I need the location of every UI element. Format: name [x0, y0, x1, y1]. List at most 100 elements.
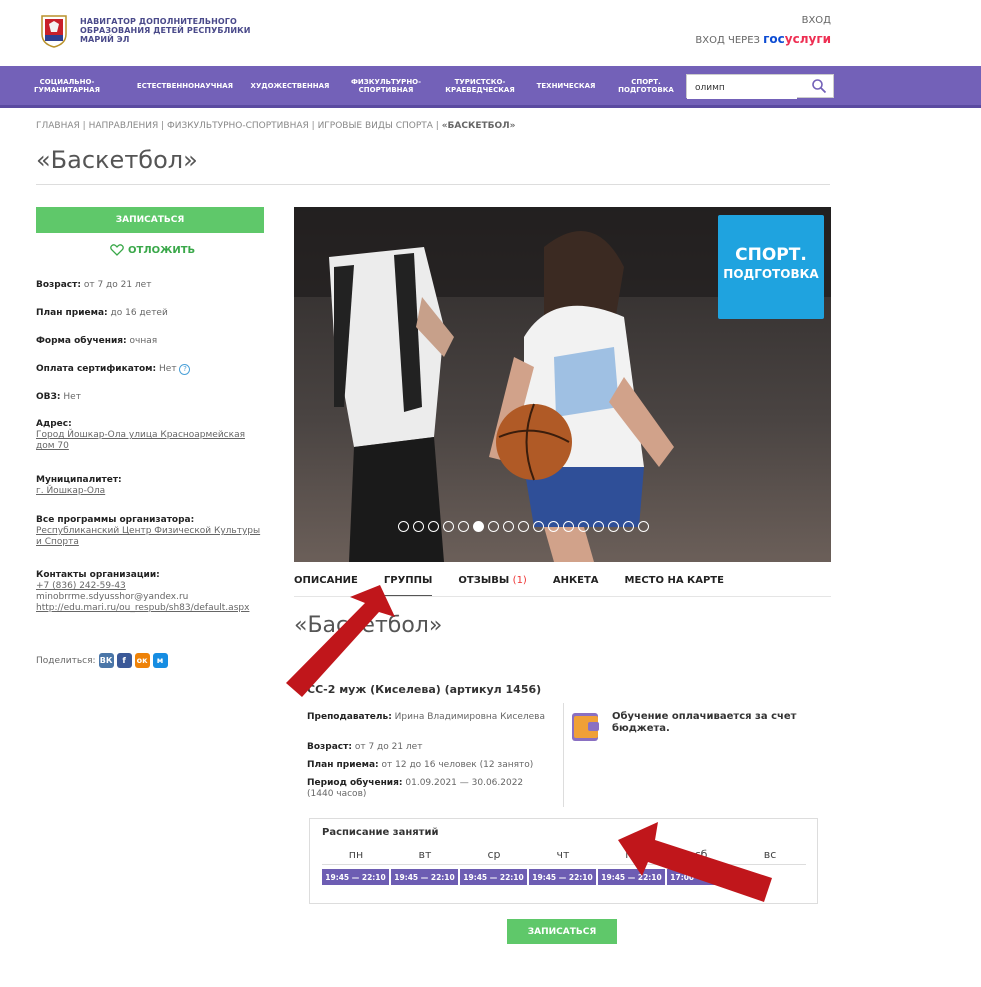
website-link[interactable]: http://edu.mari.ru/ou_respub/sh83/defaul… — [36, 603, 249, 613]
search-icon[interactable] — [811, 78, 827, 94]
enroll-group-button[interactable]: ЗАПИСАТЬСЯ — [507, 919, 617, 944]
slider-dot[interactable] — [458, 521, 469, 532]
postpone-button[interactable]: ОТЛОЖИТЬ — [110, 244, 195, 256]
sport-training-badge: СПОРТ. ПОДГОТОВКА — [718, 215, 824, 319]
phone-link[interactable]: +7 (836) 242-59-43 — [36, 581, 126, 591]
wallet-icon — [572, 713, 599, 741]
page-title: «Баскетбол» — [36, 146, 198, 174]
municipality-link[interactable]: г. Йошкар-Ола — [36, 486, 105, 496]
slider-dot[interactable] — [473, 521, 484, 532]
tab-questionnaire[interactable]: АНКЕТА — [553, 575, 599, 597]
plan-label: План приема: — [36, 308, 108, 318]
breadcrumb-sep: | — [82, 121, 86, 131]
nav-label: ТУРИСТСКО- — [454, 78, 506, 86]
login-link[interactable]: ВХОД — [802, 15, 831, 26]
plan-value: до 16 детей — [110, 308, 168, 318]
slider-dot[interactable] — [518, 521, 529, 532]
slider-dot[interactable] — [533, 521, 544, 532]
tab-reviews[interactable]: ОТЗЫВЫ (1) — [458, 575, 526, 597]
help-icon[interactable]: ? — [179, 364, 191, 375]
age-value: от 7 до 21 лет — [83, 280, 152, 290]
login-gosuslugi-link[interactable]: ВХОД ЧЕРЕЗ госуслуги — [695, 32, 831, 46]
coat-of-arms-logo[interactable] — [40, 14, 68, 48]
breadcrumb-current: «БАСКЕТБОЛ» — [441, 121, 516, 131]
day-mon: пн — [348, 848, 364, 861]
slider-dot[interactable] — [398, 521, 409, 532]
plan-info: План приема: до 16 детей — [36, 308, 266, 319]
teacher-label: Преподаватель: — [307, 712, 392, 722]
divider — [36, 184, 830, 185]
enroll-button[interactable]: ЗАПИСАТЬСЯ — [36, 207, 264, 233]
period-info: Период обучения: 01.09.2021 — 30.06.2022… — [307, 778, 537, 800]
address-link[interactable]: Город Йошкар-Ола улица Красноармейская д… — [36, 430, 245, 451]
payment-value: Нет — [159, 364, 177, 374]
facebook-share-button[interactable]: f — [116, 653, 132, 668]
slider-dot[interactable] — [608, 521, 619, 532]
breadcrumb-directions[interactable]: НАПРАВЛЕНИЯ — [89, 121, 159, 131]
form-info: Форма обучения: очная — [36, 336, 266, 347]
nav-item-social[interactable]: СОЦИАЛЬНО- ГУМАНИТАРНАЯ — [34, 66, 100, 106]
breadcrumb-sep: | — [161, 121, 165, 131]
slider-dot[interactable] — [488, 521, 499, 532]
slot-fri: 19:45 — 22:10 — [598, 869, 665, 885]
slider-dot[interactable] — [443, 521, 454, 532]
tab-description[interactable]: ОПИСАНИЕ — [294, 575, 358, 597]
site-logo-text[interactable]: НАВИГАТОР ДОПОЛНИТЕЛЬНОГО ОБРАЗОВАНИЯ ДЕ… — [80, 17, 251, 44]
breadcrumb-home[interactable]: ГЛАВНАЯ — [36, 121, 80, 131]
email-link[interactable]: minobrrme.sdyusshor@yandex.ru — [36, 592, 188, 602]
nav-item-tourism[interactable]: ТУРИСТСКО- КРАЕВЕДЧЕСКАЯ — [440, 66, 520, 106]
budget-note: Обучение оплачивается за счет бюджета. — [612, 711, 797, 734]
group-age-info: Возраст: от 7 до 21 лет — [307, 742, 552, 753]
slider-dot[interactable] — [413, 521, 424, 532]
postpone-label: ОТЛОЖИТЬ — [128, 244, 196, 256]
slider-dot[interactable] — [548, 521, 559, 532]
tab-groups[interactable]: ГРУППЫ — [383, 575, 433, 597]
organizer-link[interactable]: Республиканский Центр Физической Культур… — [36, 526, 260, 547]
slider-dot[interactable] — [623, 521, 634, 532]
search-input[interactable] — [687, 77, 797, 99]
ovz-label: ОВЗ: — [36, 392, 61, 402]
day-thu: чт — [556, 848, 570, 861]
nav-item-science[interactable]: ЕСТЕСТВЕННОНАУЧНАЯ — [130, 66, 240, 106]
slider-dot[interactable] — [593, 521, 604, 532]
nav-label: СПОРТИВНАЯ — [358, 86, 414, 94]
slider-dot[interactable] — [503, 521, 514, 532]
slot-thu: 19:45 — 22:10 — [529, 869, 596, 885]
group-plan-value: от 12 до 16 человек (12 занято) — [381, 760, 534, 770]
nav-label: ХУДОЖЕСТВЕННАЯ — [250, 82, 330, 90]
slot-sat: 17:00 — 19:25 — [667, 869, 734, 885]
slider-dot[interactable] — [428, 521, 439, 532]
group-age-value: от 7 до 21 лет — [354, 742, 423, 752]
nav-item-technical[interactable]: ТЕХНИЧЕСКАЯ — [526, 66, 606, 106]
gosuslugi-uslugi: услуги — [784, 32, 831, 46]
payment-info: Оплата сертификатом: Нет ? — [36, 364, 266, 375]
main-nav: СОЦИАЛЬНО- ГУМАНИТАРНАЯ ЕСТЕСТВЕННОНАУЧНА… — [0, 66, 981, 108]
nav-item-sport[interactable]: ФИЗКУЛЬТУРНО- СПОРТИВНАЯ — [344, 66, 428, 106]
odnoklassniki-share-button[interactable]: ок — [134, 653, 150, 668]
breadcrumb-sep: | — [311, 121, 315, 131]
badge-line-1: СПОРТ. — [735, 245, 807, 265]
logo-line-1: НАВИГАТОР ДОПОЛНИТЕЛЬНОГО — [80, 17, 237, 26]
schedule-table: Расписание занятий пн вт ср чт пт сб вс … — [309, 818, 818, 904]
breadcrumb-games[interactable]: ИГРОВЫЕ ВИДЫ СПОРТА — [318, 121, 433, 131]
vk-share-button[interactable]: ВК — [98, 653, 114, 668]
contacts-info: Контакты организации: +7 (836) 242-59-43 m… — [36, 570, 266, 614]
slider-dot[interactable] — [578, 521, 589, 532]
slider-dot[interactable] — [638, 521, 649, 532]
nav-label: ЕСТЕСТВЕННОНАУЧНАЯ — [136, 82, 234, 90]
day-fri: пт — [625, 848, 639, 861]
slider-dots — [398, 521, 649, 532]
reviews-count: (1) — [512, 575, 527, 586]
logo-line-3: МАРИЙ ЭЛ — [80, 35, 130, 44]
nav-item-art[interactable]: ХУДОЖЕСТВЕННАЯ — [244, 66, 336, 106]
day-wed: ср — [487, 848, 501, 861]
slider-dot[interactable] — [563, 521, 574, 532]
teacher-info: Преподаватель: Ирина Владимировна Киселе… — [307, 712, 552, 723]
tab-reviews-label: ОТЗЫВЫ — [458, 575, 510, 586]
slot-tue: 19:45 — 22:10 — [391, 869, 458, 885]
mailru-share-button[interactable]: м — [152, 653, 168, 668]
nav-item-sport-training[interactable]: СПОРТ. ПОДГОТОВКА — [614, 66, 678, 106]
nav-label: СПОРТ. — [631, 78, 661, 86]
tab-map[interactable]: МЕСТО НА КАРТЕ — [625, 575, 724, 597]
breadcrumb-sport[interactable]: ФИЗКУЛЬТУРНО-СПОРТИВНАЯ — [167, 121, 309, 131]
